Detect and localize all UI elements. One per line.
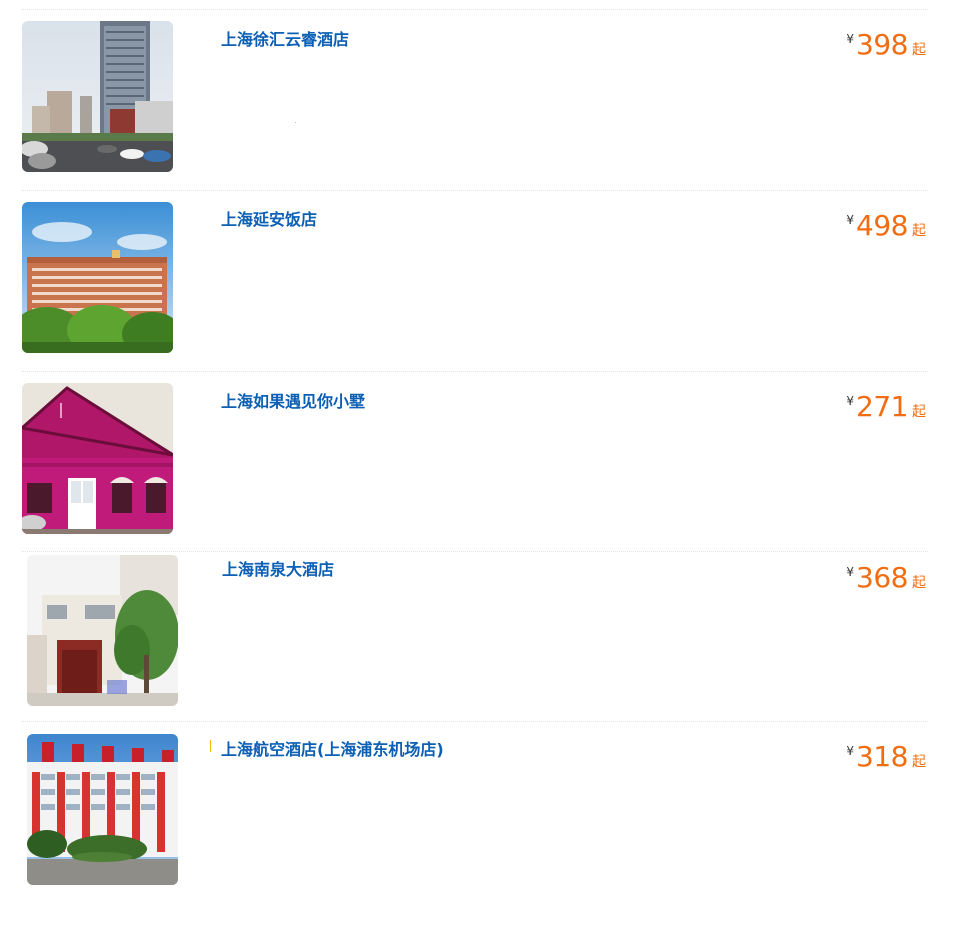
hotel-name-link[interactable]: 上海如果遇见你小墅	[221, 388, 365, 412]
hotel-name-link[interactable]: 上海航空酒店(上海浦东机场店)	[221, 736, 444, 760]
currency-symbol: ¥	[846, 394, 855, 408]
currency-symbol: ¥	[846, 32, 855, 46]
hotel-price: ¥398 起	[846, 30, 926, 60]
price-amount: 318	[856, 740, 908, 773]
price-suffix: 起	[912, 754, 926, 770]
price-suffix: 起	[912, 223, 926, 239]
hotel-row: 上海航空酒店(上海浦东机场店) ¥318 起	[0, 712, 960, 885]
hotel-price: ¥318 起	[846, 742, 926, 772]
price-suffix: 起	[912, 404, 926, 420]
pink-villa-photo-icon	[22, 383, 173, 534]
currency-symbol: ¥	[846, 565, 855, 579]
hotel-price: ¥368 起	[846, 563, 926, 593]
stray-dot	[295, 122, 296, 123]
hotel-price: ¥498 起	[846, 211, 926, 241]
hotel-row: 上海延安饭店 ¥498 起	[0, 181, 960, 353]
price-amount: 498	[856, 209, 908, 242]
hotel-building-trees-photo-icon	[22, 202, 173, 353]
hotel-row: 上海南泉大酒店 ¥368 起	[0, 542, 960, 712]
currency-symbol: ¥	[846, 213, 855, 227]
price-suffix: 起	[912, 42, 926, 58]
hotel-list: 上海徐汇云睿酒店 ¥398 起 上海延安饭店 ¥498 起 上海如果遇见你小墅 …	[0, 0, 960, 928]
hotel-photo[interactable]	[27, 734, 178, 885]
hotel-row: 上海徐汇云睿酒店 ¥398 起	[0, 0, 960, 172]
hotel-photo[interactable]	[22, 21, 173, 172]
hotel-row: 上海如果遇见你小墅 ¥271 起	[0, 362, 960, 534]
highlight-marker	[210, 740, 211, 752]
price-amount: 368	[856, 561, 908, 594]
hotel-facade-tree-photo-icon	[27, 555, 178, 706]
hotel-name-link[interactable]: 上海徐汇云睿酒店	[221, 26, 349, 50]
hotel-photo[interactable]	[22, 202, 173, 353]
hotel-name-link[interactable]: 上海延安饭店	[221, 206, 317, 230]
hotel-photo[interactable]	[22, 383, 173, 534]
hotel-price: ¥271 起	[846, 392, 926, 422]
price-suffix: 起	[912, 575, 926, 591]
price-amount: 398	[856, 28, 908, 61]
airport-hotel-photo-icon	[27, 734, 178, 885]
hotel-tower-photo-icon	[22, 21, 173, 172]
currency-symbol: ¥	[846, 744, 855, 758]
hotel-photo[interactable]	[27, 555, 178, 706]
hotel-name-link[interactable]: 上海南泉大酒店	[222, 556, 334, 580]
price-amount: 271	[856, 390, 908, 423]
